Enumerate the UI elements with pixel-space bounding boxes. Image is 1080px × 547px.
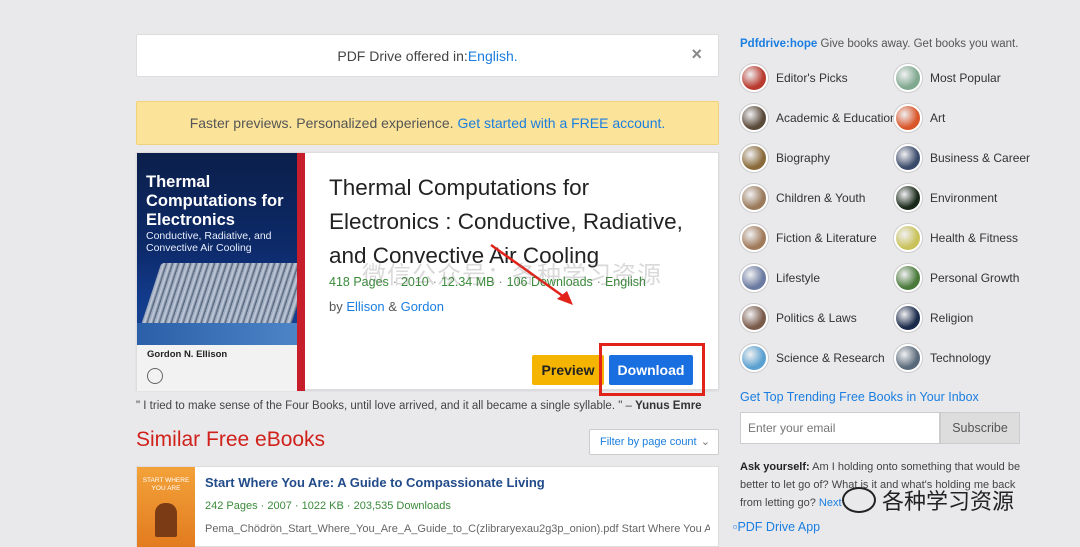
quote: " I tried to make sense of the Four Book… — [136, 400, 702, 412]
sidebar-header: Pdfdrive:hope Give books away. Get books… — [740, 38, 1018, 50]
category-biography[interactable]: Biography — [740, 144, 830, 172]
circuit-board-illustration — [137, 323, 305, 345]
cover-author: Gordon N. Ellison — [147, 349, 228, 360]
category-thumbnail-icon — [894, 344, 922, 372]
author-separator: & — [388, 299, 397, 314]
cover-subtitle: Conductive, Radiative, and Convective Ai… — [146, 230, 272, 254]
category-health-fitness[interactable]: Health & Fitness — [894, 224, 1018, 252]
language-link[interactable]: English. — [468, 48, 518, 64]
free-account-link[interactable]: Get started with a FREE account. — [458, 115, 666, 131]
category-label: Politics & Laws — [776, 311, 857, 325]
author-link-gordon[interactable]: Gordon — [401, 299, 444, 314]
close-icon[interactable]: × — [691, 44, 702, 65]
pdf-drive-app-label: PDF Drive App — [737, 520, 821, 534]
category-editor-s-picks[interactable]: Editor's Picks — [740, 64, 848, 92]
category-label: Environment — [930, 191, 998, 205]
preview-button[interactable]: Preview — [532, 355, 604, 385]
category-fiction-literature[interactable]: Fiction & Literature — [740, 224, 877, 252]
category-thumbnail-icon — [894, 224, 922, 252]
language-prefix: PDF Drive offered in: — [337, 47, 468, 64]
category-label: Personal Growth — [930, 271, 1020, 285]
ask-label: Ask yourself: — [740, 461, 810, 473]
cover-spine — [297, 153, 305, 391]
category-thumbnail-icon — [740, 344, 768, 372]
by-label: by — [329, 299, 343, 314]
category-thumbnail-icon — [894, 184, 922, 212]
similar-cover-text: START WHERE YOU ARE — [142, 477, 190, 492]
category-label: Fiction & Literature — [776, 231, 877, 245]
monk-figure-illustration — [155, 503, 177, 537]
category-academic-education[interactable]: Academic & Education — [740, 104, 897, 132]
category-religion[interactable]: Religion — [894, 304, 973, 332]
language-notice: PDF Drive offered in: English. × — [136, 34, 719, 77]
category-technology[interactable]: Technology — [894, 344, 991, 372]
filter-page-count-select[interactable]: Filter by page count ⌄ — [589, 429, 719, 455]
list-item[interactable]: START WHERE YOU ARE Start Where You Are:… — [136, 466, 719, 547]
category-label: Technology — [930, 351, 991, 365]
category-thumbnail-icon — [740, 264, 768, 292]
quote-author: Yunus Emre — [635, 400, 702, 412]
category-label: Children & Youth — [776, 191, 866, 205]
watermark-corner-text: 各种学习资源 — [882, 489, 1015, 514]
cover-title: Thermal Computations for Electronics — [146, 173, 284, 229]
category-label: Academic & Education — [776, 111, 897, 125]
category-most-popular[interactable]: Most Popular — [894, 64, 1001, 92]
chevron-down-icon: ⌄ — [700, 436, 710, 448]
category-label: Religion — [930, 311, 974, 325]
category-art[interactable]: Art — [894, 104, 945, 132]
book-cover[interactable]: Thermal Computations for Electronics Con… — [137, 153, 305, 391]
newsletter-title: Get Top Trending Free Books in Your Inbo… — [740, 390, 979, 404]
category-science-research[interactable]: Science & Research — [740, 344, 885, 372]
email-field[interactable] — [740, 412, 940, 444]
category-label: Editor's Picks — [776, 71, 848, 85]
category-personal-growth[interactable]: Personal Growth — [894, 264, 1019, 292]
category-thumbnail-icon — [740, 144, 768, 172]
category-business-career[interactable]: Business & Career — [894, 144, 1030, 172]
category-politics-laws[interactable]: Politics & Laws — [740, 304, 857, 332]
category-environment[interactable]: Environment — [894, 184, 997, 212]
publisher-logo-icon — [147, 368, 163, 384]
pdfdrive-hope-link[interactable]: Pdfdrive:hope — [740, 38, 817, 50]
category-lifestyle[interactable]: Lifestyle — [740, 264, 820, 292]
category-thumbnail-icon — [740, 64, 768, 92]
similar-book-desc: Pema_Chödrön_Start_Where_You_Are_A_Guide… — [205, 523, 710, 535]
subscribe-button[interactable]: Subscribe — [940, 412, 1020, 444]
category-thumbnail-icon — [894, 144, 922, 172]
promo-text: Faster previews. Personalized experience… — [189, 115, 454, 131]
category-label: Art — [930, 111, 946, 125]
similar-book-meta: 242 Pages · 2007 · 1022 KB · 203,535 Dow… — [205, 500, 451, 512]
category-thumbnail-icon — [740, 104, 768, 132]
category-label: Most Popular — [930, 71, 1001, 85]
watermark-corner: 各种学习资源 — [842, 484, 1014, 516]
similar-ebooks-title: Similar Free eBooks — [136, 428, 326, 451]
category-thumbnail-icon — [740, 304, 768, 332]
wechat-icon — [842, 487, 876, 513]
category-thumbnail-icon — [894, 264, 922, 292]
sidebar-tagline: Give books away. Get books you want. — [817, 38, 1019, 50]
category-label: Business & Career — [930, 151, 1031, 165]
similar-book-title[interactable]: Start Where You Are: A Guide to Compassi… — [205, 475, 545, 490]
category-label: Biography — [776, 151, 831, 165]
category-children-youth[interactable]: Children & Youth — [740, 184, 865, 212]
category-thumbnail-icon — [894, 304, 922, 332]
pdf-drive-app-link[interactable]: ▫PDF Drive App — [733, 520, 820, 534]
book-authors: by Ellison & Gordon — [329, 299, 444, 314]
category-thumbnail-icon — [740, 184, 768, 212]
category-label: Lifestyle — [776, 271, 821, 285]
similar-book-cover[interactable]: START WHERE YOU ARE — [137, 467, 195, 547]
category-thumbnail-icon — [894, 64, 922, 92]
category-thumbnail-icon — [894, 104, 922, 132]
category-thumbnail-icon — [740, 224, 768, 252]
ask-next-link[interactable]: Next — [819, 497, 842, 509]
category-label: Health & Fitness — [930, 231, 1019, 245]
category-label: Science & Research — [776, 351, 885, 365]
watermark-center: 微信公众号：各种学习资源 — [362, 262, 662, 289]
red-highlight-box — [599, 343, 705, 396]
promo-banner: Faster previews. Personalized experience… — [136, 101, 719, 145]
author-link-ellison[interactable]: Ellison — [346, 299, 384, 314]
filter-label: Filter by page count — [600, 436, 697, 448]
quote-text: " I tried to make sense of the Four Book… — [136, 400, 632, 412]
